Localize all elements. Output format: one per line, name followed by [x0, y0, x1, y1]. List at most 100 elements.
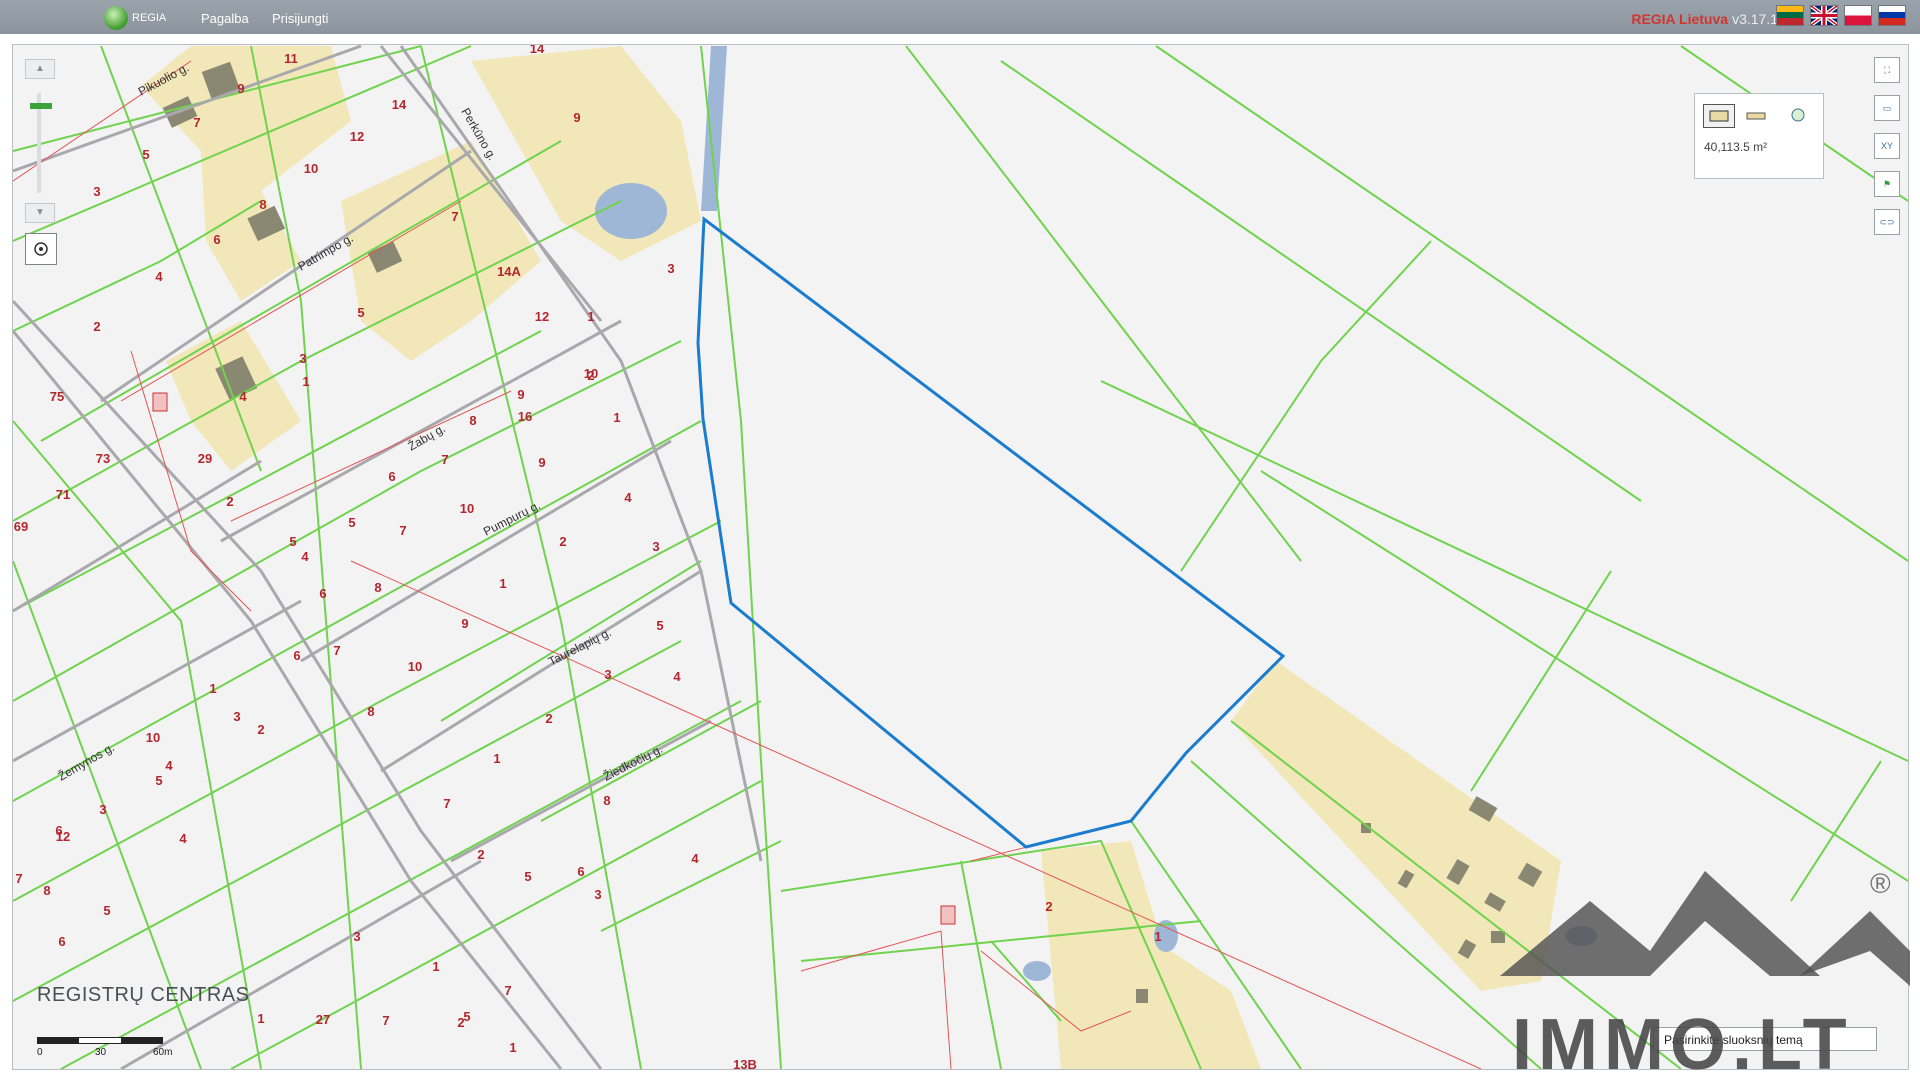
nav-help-link[interactable]: Pagalba: [201, 11, 249, 26]
crosshair-icon: [34, 242, 48, 256]
uk-flag-icon[interactable]: [1810, 5, 1838, 26]
parcel-number-label: 3: [299, 351, 306, 366]
immo-watermark-text: IMMO.LT: [1512, 1005, 1853, 1085]
parcel-number-label: 12: [350, 129, 364, 144]
parcel-number-label: 1: [499, 576, 506, 591]
registru-centras-text: REGISTRŲ CENTRAS: [37, 984, 250, 1006]
parcel-number-label: 14: [392, 97, 407, 112]
flag-button[interactable]: ⚑: [1874, 171, 1900, 197]
parcel-number-label: 5: [524, 869, 531, 884]
parcel-number-label: 2: [257, 722, 264, 737]
parcel-number-label: 3: [99, 802, 106, 817]
parcel-number-label: 1: [509, 1040, 516, 1055]
registered-mark: ®: [1870, 868, 1891, 899]
parcel-number-label: 6: [388, 469, 395, 484]
registru-centras-logo: REGISTRŲ CENTRAS: [37, 985, 249, 1006]
parcel-number-label: 2: [226, 494, 233, 509]
scale-bar: 0 30 60m: [37, 1037, 172, 1058]
parcel-number-label: 5: [348, 515, 355, 530]
parcel-number-label: 12: [535, 309, 549, 324]
poland-flag-icon[interactable]: [1844, 5, 1872, 26]
regia-logo-icon: [104, 6, 128, 30]
parcel-number-label: 69: [14, 519, 28, 534]
scale-label-30: 30: [95, 1047, 107, 1058]
parcel-number-label: 4: [691, 851, 699, 866]
parcel-number-label: 10: [408, 659, 422, 674]
parcel-number-label: 29: [198, 451, 212, 466]
top-bar: REGIA Pagalba Prisijungti REGIA Lietuva v…: [0, 0, 1920, 34]
parcel-number-label: 4: [301, 549, 309, 564]
parcel-number-label: 6: [213, 232, 220, 247]
link-button[interactable]: ⊂⊃: [1874, 209, 1900, 235]
parcel-number-label: 5: [142, 147, 149, 162]
fullscreen-button[interactable]: ⛶: [1874, 57, 1900, 83]
app-title: REGIA Lietuva v3.17.1: [1631, 11, 1778, 27]
parcel-number-label: 7: [15, 871, 22, 886]
zoom-slider-thumb[interactable]: [30, 103, 52, 109]
parcel-number-label: 3: [233, 709, 240, 724]
parcel-number-label: 7: [382, 1013, 389, 1028]
parcel-number-label: 9: [461, 616, 468, 631]
parcel-number-label: 27: [316, 1012, 330, 1027]
coordinates-button[interactable]: XY: [1874, 133, 1900, 159]
parcel-number-label: 5: [103, 903, 110, 918]
parcel-number-label: 12: [56, 829, 70, 844]
parcel-number-label: 2: [559, 534, 566, 549]
parcel-number-label: 10: [460, 501, 474, 516]
parcel-boundaries: [13, 45, 1908, 1069]
cadastral-map[interactable]: Pikuolio g.Perkūno g.Patrimpo g.Žabų g.P…: [13, 45, 1908, 1069]
parcel-number-label: 4: [673, 669, 681, 684]
parcel-number-label: 1: [493, 751, 500, 766]
parcel-number-label: 2: [545, 711, 552, 726]
measure-button[interactable]: ▭: [1874, 95, 1900, 121]
scale-label-60: 60m: [153, 1047, 173, 1058]
clear-measure-tool[interactable]: [1783, 104, 1813, 126]
brand-label: REGIA: [132, 12, 167, 24]
xy-icon: XY: [1880, 141, 1893, 151]
parcel-number-label: 6: [577, 864, 584, 879]
parcel-number-label: 10: [304, 161, 318, 176]
parcel-number-label: 2: [477, 847, 484, 862]
street-label: Patrimpo g.: [296, 231, 356, 274]
language-switcher: [1776, 5, 1906, 26]
parcel-number-label: 71: [56, 487, 70, 502]
nav-login-link[interactable]: Prisijungti: [272, 11, 328, 26]
parcel-number-label: 4: [624, 490, 632, 505]
parcel-number-label: 3: [652, 539, 659, 554]
zoom-in-button[interactable]: ▲: [25, 59, 55, 79]
map-canvas[interactable]: Pikuolio g. Perkūno g. Patrimpo g. Žabų g. P…: [12, 44, 1909, 1070]
parcel-number-label: 9: [573, 110, 580, 125]
parcel-number-label: 16: [518, 409, 532, 424]
parcel-number-label: 8: [603, 793, 610, 808]
street-label: Pumpurų g.: [481, 498, 543, 539]
street-label: Žemynos g.: [55, 739, 117, 783]
parcel-number-label: 8: [374, 580, 381, 595]
parcel-number-label: 4: [239, 389, 247, 404]
parcel-number-label: 7: [333, 643, 340, 658]
parcel-number-label: 7: [443, 796, 450, 811]
parcel-number-label: 3: [93, 184, 100, 199]
parcel-number-label: 1: [613, 410, 620, 425]
street-label: Žiedkočių g.: [601, 741, 665, 784]
selected-parcel[interactable]: [696, 216, 1286, 849]
regia-logo[interactable]: REGIA: [104, 6, 166, 30]
zoom-out-button[interactable]: ▼: [25, 203, 55, 223]
area-measure-tool[interactable]: [1703, 104, 1735, 128]
parcel-number-label: 1: [1154, 929, 1161, 944]
parcel-number-label: 4: [179, 831, 187, 846]
parcel-number-label: 9: [237, 81, 244, 96]
parcel-number-label: 2: [1045, 899, 1052, 914]
lithuania-flag-icon[interactable]: [1776, 5, 1804, 26]
flag-icon: ⚑: [1882, 178, 1892, 189]
street-label: Taurelapių g.: [546, 625, 614, 669]
distance-measure-tool[interactable]: [1741, 104, 1771, 126]
area-icon: [1709, 110, 1729, 122]
parcel-number-label: 9: [517, 387, 524, 402]
locate-button[interactable]: [25, 233, 57, 265]
parcel-number-label: 4: [155, 269, 163, 284]
parcel-number-label: 10: [146, 730, 160, 745]
parcel-number-label: 3: [604, 667, 611, 682]
russia-flag-icon[interactable]: [1878, 5, 1906, 26]
parcel-number-label: 14: [530, 45, 545, 56]
parcel-number-label: 2: [93, 319, 100, 334]
